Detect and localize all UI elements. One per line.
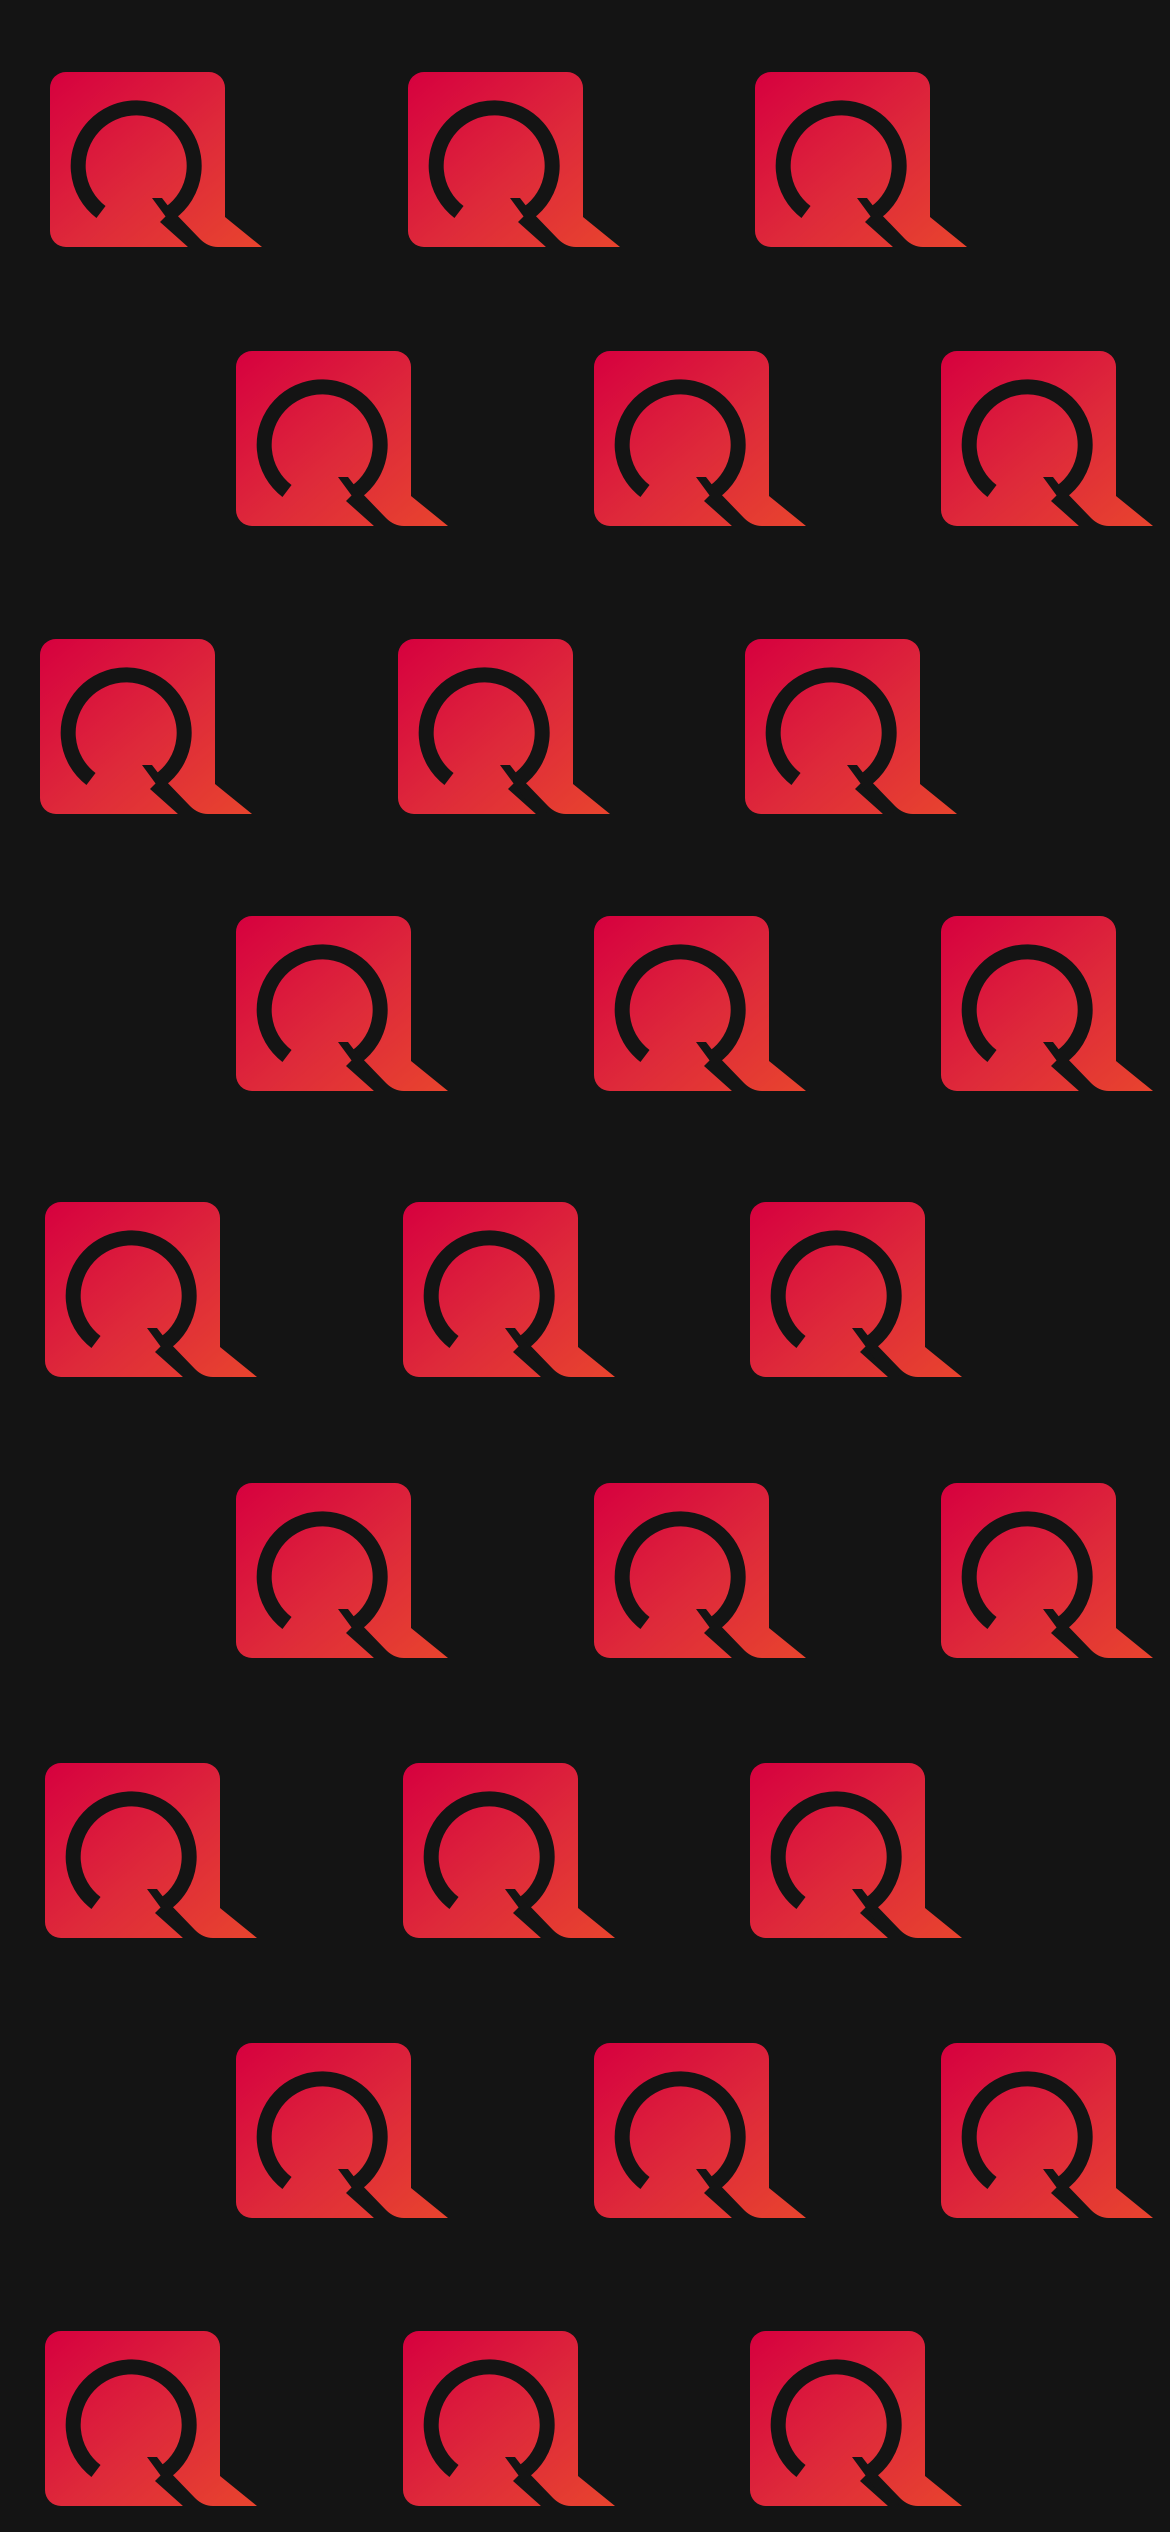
q-logo-icon (750, 1763, 962, 1938)
q-logo-icon (45, 1202, 257, 1377)
q-logo-icon (941, 1483, 1153, 1658)
q-logo-icon (236, 1483, 448, 1658)
q-logo-icon (236, 2043, 448, 2218)
q-logo-icon (750, 2331, 962, 2506)
q-logo-icon (745, 639, 957, 814)
q-logo-icon (403, 1202, 615, 1377)
q-logo-icon (941, 916, 1153, 1091)
q-logo-icon (408, 72, 620, 247)
q-logo-icon (594, 351, 806, 526)
q-logo-icon (750, 1202, 962, 1377)
q-logo-icon (941, 351, 1153, 526)
q-logo-icon (403, 1763, 615, 1938)
q-logo-icon (594, 2043, 806, 2218)
q-logo-icon (403, 2331, 615, 2506)
q-logo-icon (45, 2331, 257, 2506)
q-logo-icon (236, 351, 448, 526)
q-logo-icon (50, 72, 262, 247)
q-logo-icon (236, 916, 448, 1091)
q-logo-icon (941, 2043, 1153, 2218)
q-logo-icon (594, 916, 806, 1091)
q-logo-icon (594, 1483, 806, 1658)
q-logo-icon (45, 1763, 257, 1938)
q-logo-icon (755, 72, 967, 247)
q-logo-icon (398, 639, 610, 814)
logo-pattern-background (0, 0, 1170, 2532)
q-logo-icon (40, 639, 252, 814)
